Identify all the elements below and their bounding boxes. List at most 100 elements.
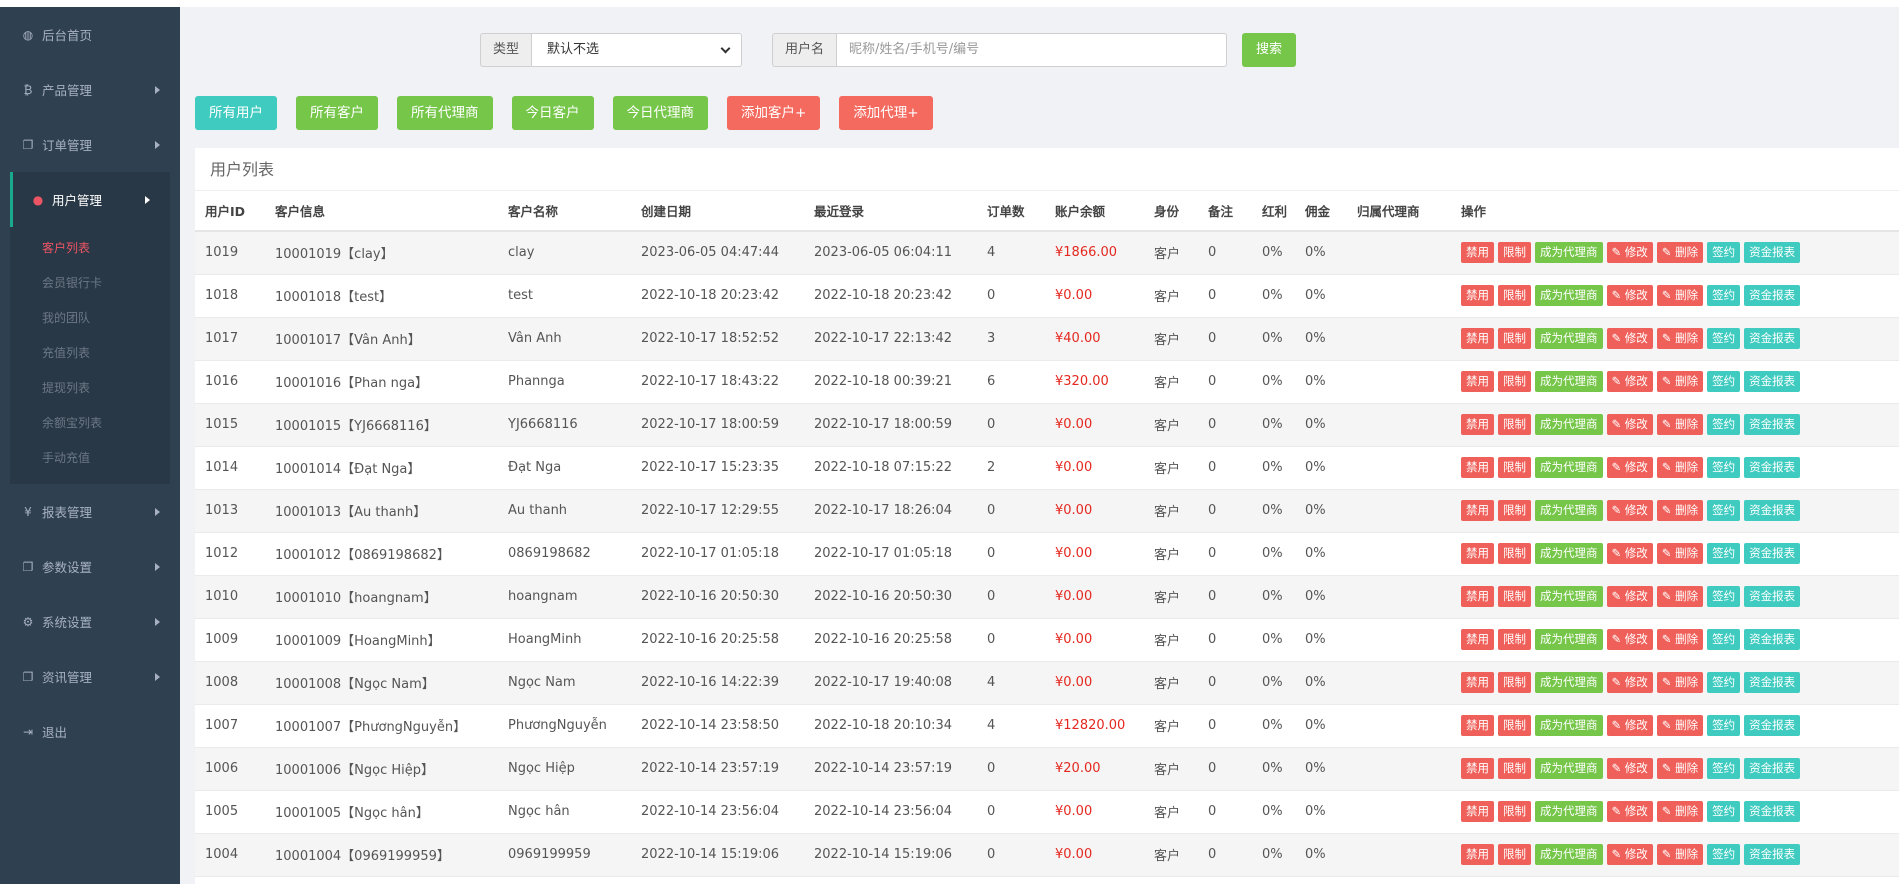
search-button[interactable]: 搜索 [1242, 33, 1297, 67]
make-agent-button[interactable]: 成为代理商 [1535, 371, 1603, 392]
make-agent-button[interactable]: 成为代理商 [1535, 457, 1603, 478]
restrict-button[interactable]: 限制 [1498, 242, 1531, 264]
tab-button-0[interactable]: 所有用户 [195, 96, 277, 130]
sidebar-item-4[interactable]: ¥ 报表管理 [0, 484, 180, 539]
fund-report-button[interactable]: 资金报表 [1744, 715, 1801, 736]
disable-button[interactable]: 禁用 [1461, 242, 1494, 264]
sidebar-item-8[interactable]: ⇥ 退出 [0, 704, 180, 759]
sign-button[interactable]: 签约 [1707, 242, 1741, 264]
sign-button[interactable]: 签约 [1707, 371, 1741, 392]
sidebar-subitem-0[interactable]: 客户列表 [10, 231, 170, 266]
restrict-button[interactable]: 限制 [1498, 758, 1531, 779]
edit-button[interactable]: ✎ 修改 [1606, 672, 1653, 693]
edit-button[interactable]: ✎ 修改 [1606, 457, 1653, 478]
disable-button[interactable]: 禁用 [1461, 801, 1494, 822]
delete-button[interactable]: ✎ 删除 [1656, 242, 1704, 264]
sidebar-item-2[interactable]: ❐ 订单管理 [0, 117, 180, 172]
delete-button[interactable]: ✎ 删除 [1656, 672, 1704, 693]
disable-button[interactable]: 禁用 [1461, 629, 1494, 650]
delete-button[interactable]: ✎ 删除 [1656, 586, 1704, 607]
make-agent-button[interactable]: 成为代理商 [1535, 672, 1603, 693]
edit-button[interactable]: ✎ 修改 [1606, 414, 1653, 435]
restrict-button[interactable]: 限制 [1498, 371, 1531, 392]
edit-button[interactable]: ✎ 修改 [1606, 242, 1653, 264]
restrict-button[interactable]: 限制 [1498, 801, 1531, 822]
tab-button-5[interactable]: 添加客户+ [727, 96, 821, 130]
disable-button[interactable]: 禁用 [1461, 672, 1494, 693]
delete-button[interactable]: ✎ 删除 [1656, 285, 1704, 306]
type-select[interactable]: 默认不选 [532, 33, 743, 67]
sidebar-subitem-1[interactable]: 会员银行卡 [10, 266, 170, 301]
delete-button[interactable]: ✎ 删除 [1656, 844, 1704, 865]
fund-report-button[interactable]: 资金报表 [1744, 844, 1801, 865]
disable-button[interactable]: 禁用 [1461, 371, 1494, 392]
make-agent-button[interactable]: 成为代理商 [1535, 801, 1603, 822]
restrict-button[interactable]: 限制 [1498, 328, 1531, 349]
restrict-button[interactable]: 限制 [1498, 629, 1531, 650]
edit-button[interactable]: ✎ 修改 [1606, 715, 1653, 736]
fund-report-button[interactable]: 资金报表 [1744, 414, 1801, 435]
make-agent-button[interactable]: 成为代理商 [1535, 500, 1603, 521]
sidebar-subitem-6[interactable]: 手动充值 [10, 441, 170, 476]
delete-button[interactable]: ✎ 删除 [1656, 500, 1704, 521]
sign-button[interactable]: 签约 [1707, 414, 1741, 435]
fund-report-button[interactable]: 资金报表 [1744, 586, 1801, 607]
restrict-button[interactable]: 限制 [1498, 457, 1531, 478]
restrict-button[interactable]: 限制 [1498, 715, 1531, 736]
fund-report-button[interactable]: 资金报表 [1744, 457, 1801, 478]
sign-button[interactable]: 签约 [1707, 844, 1741, 865]
restrict-button[interactable]: 限制 [1498, 414, 1531, 435]
disable-button[interactable]: 禁用 [1461, 715, 1494, 736]
sidebar-subitem-2[interactable]: 我的团队 [10, 301, 170, 336]
fund-report-button[interactable]: 资金报表 [1744, 801, 1801, 822]
sign-button[interactable]: 签约 [1707, 500, 1741, 521]
sign-button[interactable]: 签约 [1707, 328, 1741, 349]
edit-button[interactable]: ✎ 修改 [1606, 629, 1653, 650]
disable-button[interactable]: 禁用 [1461, 543, 1494, 564]
fund-report-button[interactable]: 资金报表 [1744, 328, 1801, 349]
sidebar-subitem-5[interactable]: 余额宝列表 [10, 406, 170, 441]
make-agent-button[interactable]: 成为代理商 [1535, 586, 1603, 607]
tab-button-4[interactable]: 今日代理商 [612, 96, 708, 130]
edit-button[interactable]: ✎ 修改 [1606, 328, 1653, 349]
make-agent-button[interactable]: 成为代理商 [1535, 285, 1603, 306]
fund-report-button[interactable]: 资金报表 [1744, 371, 1801, 392]
make-agent-button[interactable]: 成为代理商 [1535, 328, 1603, 349]
delete-button[interactable]: ✎ 删除 [1656, 715, 1704, 736]
disable-button[interactable]: 禁用 [1461, 457, 1494, 478]
fund-report-button[interactable]: 资金报表 [1744, 285, 1801, 306]
delete-button[interactable]: ✎ 删除 [1656, 457, 1704, 478]
tab-button-1[interactable]: 所有客户 [296, 96, 378, 130]
username-input[interactable]: 昵称/姓名/手机号/编号 [837, 33, 1228, 67]
edit-button[interactable]: ✎ 修改 [1606, 844, 1653, 865]
delete-button[interactable]: ✎ 删除 [1656, 758, 1704, 779]
disable-button[interactable]: 禁用 [1461, 844, 1494, 865]
fund-report-button[interactable]: 资金报表 [1744, 500, 1801, 521]
sidebar-item-6[interactable]: ⚙ 系统设置 [0, 594, 180, 649]
fund-report-button[interactable]: 资金报表 [1744, 543, 1801, 564]
edit-button[interactable]: ✎ 修改 [1606, 758, 1653, 779]
delete-button[interactable]: ✎ 删除 [1656, 414, 1704, 435]
edit-button[interactable]: ✎ 修改 [1606, 586, 1653, 607]
sidebar-item-1[interactable]: ₿ 产品管理 [0, 62, 180, 117]
edit-button[interactable]: ✎ 修改 [1606, 371, 1653, 392]
edit-button[interactable]: ✎ 修改 [1606, 801, 1653, 822]
make-agent-button[interactable]: 成为代理商 [1535, 414, 1603, 435]
sign-button[interactable]: 签约 [1707, 285, 1741, 306]
delete-button[interactable]: ✎ 删除 [1656, 328, 1704, 349]
make-agent-button[interactable]: 成为代理商 [1535, 242, 1603, 264]
make-agent-button[interactable]: 成为代理商 [1535, 844, 1603, 865]
disable-button[interactable]: 禁用 [1461, 758, 1494, 779]
fund-report-button[interactable]: 资金报表 [1744, 242, 1801, 264]
delete-button[interactable]: ✎ 删除 [1656, 543, 1704, 564]
restrict-button[interactable]: 限制 [1498, 543, 1531, 564]
disable-button[interactable]: 禁用 [1461, 285, 1494, 306]
sign-button[interactable]: 签约 [1707, 629, 1741, 650]
sign-button[interactable]: 签约 [1707, 586, 1741, 607]
sidebar-item-0[interactable]: ◍ 后台首页 [0, 7, 180, 62]
disable-button[interactable]: 禁用 [1461, 586, 1494, 607]
edit-button[interactable]: ✎ 修改 [1606, 543, 1653, 564]
edit-button[interactable]: ✎ 修改 [1606, 500, 1653, 521]
sidebar-subitem-4[interactable]: 提现列表 [10, 371, 170, 406]
fund-report-button[interactable]: 资金报表 [1744, 672, 1801, 693]
